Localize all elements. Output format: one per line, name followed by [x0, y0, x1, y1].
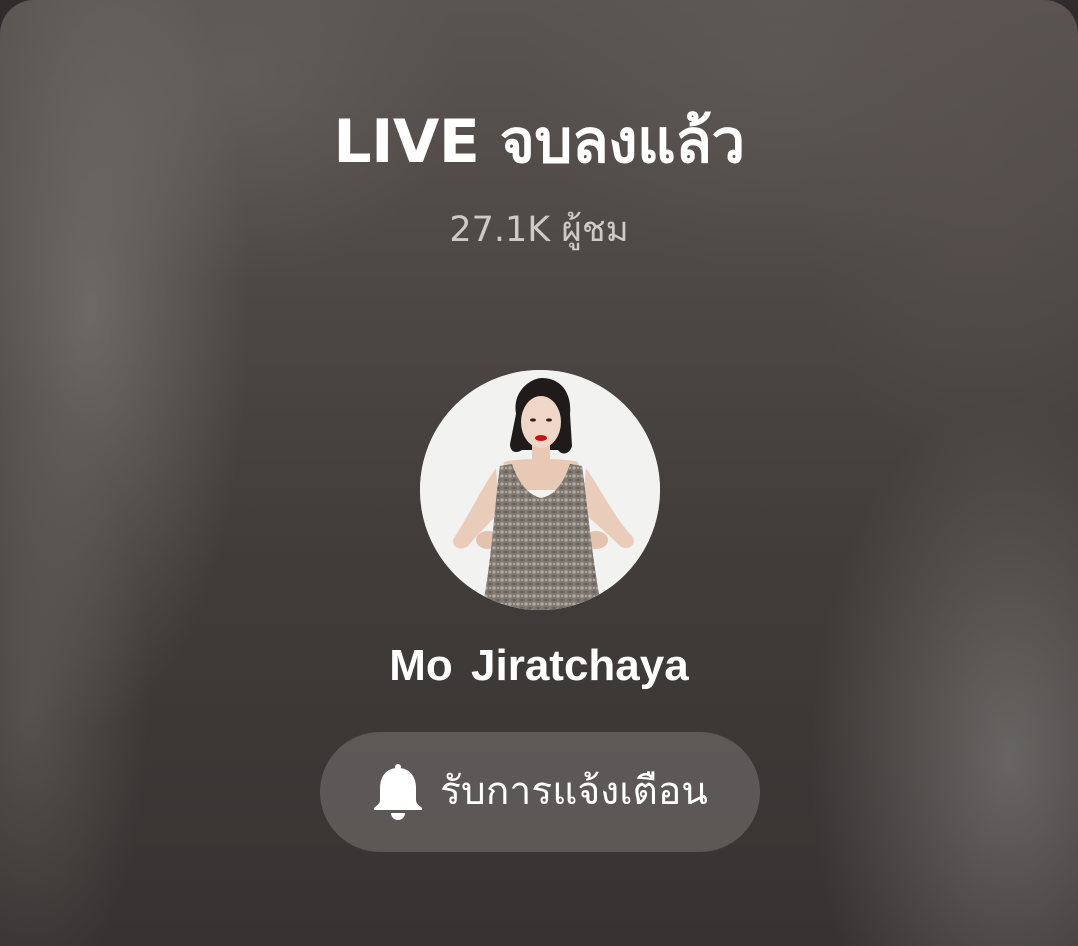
live-ended-title: LIVE จบลงแล้ว [333, 107, 745, 177]
host-name[interactable]: Mo Jiratchaya [0, 638, 1078, 694]
get-notifications-label: รับการแจ้งเตือน [440, 769, 708, 814]
live-ended-screen: LIVE จบลงแล้ว 27.1K ผู้ชม Mo Jiratchaya … [0, 0, 1078, 946]
get-notifications-button[interactable]: รับการแจ้งเตือน [320, 732, 760, 852]
host-avatar[interactable] [420, 370, 660, 610]
avatar-photo [420, 370, 660, 610]
viewer-count: 27.1K ผู้ชม [449, 210, 629, 250]
bell-icon [374, 764, 423, 820]
